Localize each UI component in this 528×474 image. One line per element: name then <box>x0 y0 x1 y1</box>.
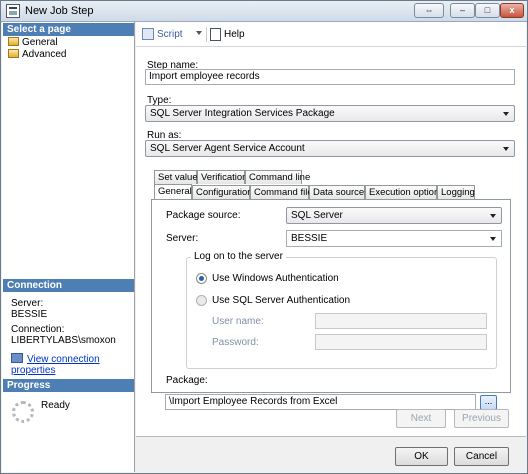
windows-auth-radio[interactable] <box>196 273 207 284</box>
package-source-label: Package source: <box>166 210 241 221</box>
toolbar-separator <box>206 27 207 42</box>
tab-verification[interactable]: Verification <box>197 170 247 184</box>
progress-header: Progress <box>3 379 134 392</box>
nav-item-general[interactable]: General <box>8 37 58 49</box>
cancel-button[interactable]: Cancel <box>454 447 509 466</box>
chevron-down-icon <box>503 147 509 151</box>
main-pane: Script Help Step name: Import employee r… <box>136 22 526 436</box>
view-connection-properties-link[interactable]: View connection properties <box>11 353 134 376</box>
package-label: Package: <box>166 375 208 386</box>
password-label: Password: <box>212 337 259 348</box>
ok-button[interactable]: OK <box>395 447 448 466</box>
left-pane: Select a page General Advanced Connectio… <box>2 22 135 472</box>
connection-value: LIBERTYLABS\smoxon <box>11 335 116 346</box>
dialog-button-bar: OK Cancel <box>136 436 526 473</box>
logon-group-title: Log on to the server <box>191 251 286 262</box>
page-icon <box>8 49 19 58</box>
window-icon <box>6 4 20 18</box>
toolbar: Script Help <box>136 22 526 47</box>
package-path-input[interactable]: \Import Employee Records from Excel <box>165 394 476 410</box>
script-icon[interactable] <box>142 28 154 40</box>
previous-button[interactable]: Previous <box>454 409 509 428</box>
tab-command-line[interactable]: Command line <box>245 170 310 184</box>
connection-header: Connection <box>3 279 134 292</box>
tab-command-files[interactable]: Command files <box>250 185 317 199</box>
chevron-down-icon <box>490 237 496 241</box>
title-bar[interactable]: New Job Step ⇔ – □ x <box>1 1 527 22</box>
nav-item-advanced[interactable]: Advanced <box>8 49 66 61</box>
logon-group: Log on to the server Use Windows Authent… <box>186 251 497 369</box>
package-server-label: Server: <box>166 233 199 244</box>
package-source-select[interactable]: SQL Server <box>286 207 502 224</box>
windows-auth-label[interactable]: Use Windows Authentication <box>212 273 339 284</box>
progress-spinner-icon <box>12 401 34 423</box>
step-tabs: Set values Verification Command line Gen… <box>151 170 511 410</box>
close-icon: x <box>509 5 515 15</box>
browse-package-button[interactable]: ... <box>480 395 497 410</box>
chevron-down-icon <box>503 112 509 116</box>
maximize-icon: □ <box>484 5 491 15</box>
tab-general[interactable]: General <box>154 184 192 199</box>
tab-data-sources[interactable]: Data sources <box>309 185 369 199</box>
package-server-select[interactable]: BESSIE <box>286 230 502 247</box>
restore-button[interactable]: ⇔ <box>414 3 444 18</box>
next-button[interactable]: Next <box>396 409 446 428</box>
server-value: BESSIE <box>11 309 48 320</box>
step-name-input[interactable]: Import employee records <box>145 69 515 85</box>
close-button[interactable]: x <box>500 3 524 18</box>
progress-status: Ready <box>41 400 70 411</box>
page-icon <box>8 37 19 46</box>
maximize-button[interactable]: □ <box>475 3 500 18</box>
tab-logging[interactable]: Logging <box>437 185 475 199</box>
minimize-icon: – <box>459 5 465 15</box>
minimize-button[interactable]: – <box>450 3 475 18</box>
help-button[interactable]: Help <box>224 29 245 40</box>
script-dropdown-icon[interactable] <box>196 31 202 35</box>
server-label: Server: <box>11 298 44 309</box>
select-page-header: Select a page <box>3 23 134 36</box>
sql-auth-label[interactable]: Use SQL Server Authentication <box>212 295 350 306</box>
tab-execution-options[interactable]: Execution options <box>365 185 444 199</box>
password-input <box>315 334 487 350</box>
new-job-step-window: New Job Step ⇔ – □ x Select a page Gener… <box>0 0 528 474</box>
run-as-select[interactable]: SQL Server Agent Service Account <box>145 140 515 157</box>
window-title: New Job Step <box>25 5 94 17</box>
sql-auth-radio[interactable] <box>196 295 207 306</box>
tab-configurations[interactable]: Configurations <box>192 185 257 199</box>
restore-icon: ⇔ <box>424 5 434 15</box>
general-tab-panel: Package source: SQL Server Server: BESSI… <box>151 199 511 393</box>
help-icon[interactable] <box>210 28 221 41</box>
tab-set-values[interactable]: Set values <box>154 170 202 184</box>
user-name-input <box>315 313 487 329</box>
chevron-down-icon <box>490 214 496 218</box>
script-button[interactable]: Script <box>157 29 183 40</box>
type-select[interactable]: SQL Server Integration Services Package <box>145 105 515 122</box>
connection-properties-icon <box>11 353 23 363</box>
connection-label: Connection: <box>11 324 65 335</box>
user-name-label: User name: <box>212 316 264 327</box>
